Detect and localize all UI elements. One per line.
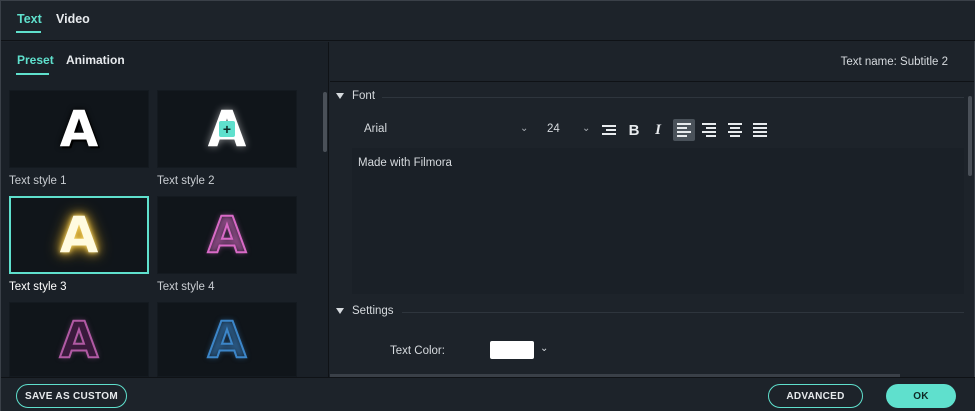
text-style-5-thumb[interactable]: A: [9, 302, 149, 377]
text-style-2-label: Text style 2: [157, 175, 215, 187]
text-color-chevron-down-icon[interactable]: ⌄: [540, 343, 548, 354]
preset-scrollbar[interactable]: [323, 92, 327, 152]
text-style-4-thumb[interactable]: A: [157, 196, 297, 274]
collapse-triangle-icon: [336, 92, 344, 99]
text-editor-window: Text Video Preset Animation A Text style…: [0, 0, 975, 411]
font-section-divider: [382, 97, 964, 98]
text-name: Text name: Subtitle 2: [840, 56, 948, 68]
align-left-icon[interactable]: [673, 119, 695, 141]
line-spacing-icon[interactable]: [598, 119, 620, 141]
text-input-area[interactable]: Made with Filmora: [352, 148, 964, 294]
align-right-icon[interactable]: [698, 119, 720, 141]
text-style-3-preview: A: [59, 206, 99, 264]
add-plus-icon[interactable]: +: [219, 121, 235, 137]
text-style-4-preview: A: [207, 205, 248, 265]
action-bar: SAVE AS CUSTOM ADVANCED OK: [1, 377, 975, 411]
advanced-button[interactable]: ADVANCED: [768, 384, 863, 408]
text-input-content: Made with Filmora: [358, 157, 452, 169]
properties-scrollbar[interactable]: [968, 96, 972, 176]
preset-panel: Preset Animation A Text style 1 A + Text…: [1, 42, 329, 377]
text-style-6-preview: A: [207, 310, 248, 370]
tab-preset[interactable]: Preset: [17, 53, 54, 67]
font-section-title: Font: [352, 90, 376, 102]
text-color-label: Text Color:: [390, 345, 445, 357]
top-tab-bar: Text Video: [1, 1, 975, 41]
font-size-chevron-down-icon[interactable]: ⌄: [582, 123, 590, 134]
font-toolbar: Arial ⌄ 24 ⌄ B I: [352, 119, 964, 143]
tab-preset-underline: [16, 73, 49, 75]
text-style-3-label: Text style 3: [9, 281, 67, 293]
text-style-5-preview: A: [59, 310, 100, 370]
save-as-custom-button[interactable]: SAVE AS CUSTOM: [16, 384, 127, 408]
settings-section-header[interactable]: Settings: [336, 305, 394, 317]
text-name-bar: Text name: Subtitle 2: [330, 42, 974, 82]
properties-panel: Text name: Subtitle 2 Font Arial ⌄ 24 ⌄ …: [330, 42, 974, 377]
tab-video[interactable]: Video: [56, 12, 90, 26]
text-style-2-thumb[interactable]: A +: [157, 90, 297, 168]
text-style-1-preview: A: [59, 100, 99, 158]
tab-animation[interactable]: Animation: [66, 53, 125, 67]
text-style-6-thumb[interactable]: A: [157, 302, 297, 377]
text-style-3-thumb[interactable]: A: [9, 196, 149, 274]
collapse-triangle-icon: [336, 307, 344, 314]
font-family-select[interactable]: Arial: [364, 123, 387, 135]
text-style-1-label: Text style 1: [9, 175, 67, 187]
ok-button[interactable]: OK: [886, 384, 956, 408]
align-center-icon[interactable]: [724, 119, 746, 141]
settings-section-divider: [402, 312, 964, 313]
tab-text[interactable]: Text: [17, 12, 42, 26]
tab-text-underline: [16, 31, 41, 33]
italic-icon[interactable]: I: [647, 119, 669, 141]
text-style-4-label: Text style 4: [157, 281, 215, 293]
font-size-select[interactable]: 24: [547, 123, 560, 135]
align-justify-icon[interactable]: [749, 119, 771, 141]
font-section-header[interactable]: Font: [336, 90, 375, 102]
settings-section-title: Settings: [352, 305, 394, 317]
text-color-swatch[interactable]: [490, 341, 534, 359]
text-style-1-thumb[interactable]: A: [9, 90, 149, 168]
bold-icon[interactable]: B: [623, 119, 645, 141]
font-family-chevron-down-icon[interactable]: ⌄: [520, 123, 528, 134]
